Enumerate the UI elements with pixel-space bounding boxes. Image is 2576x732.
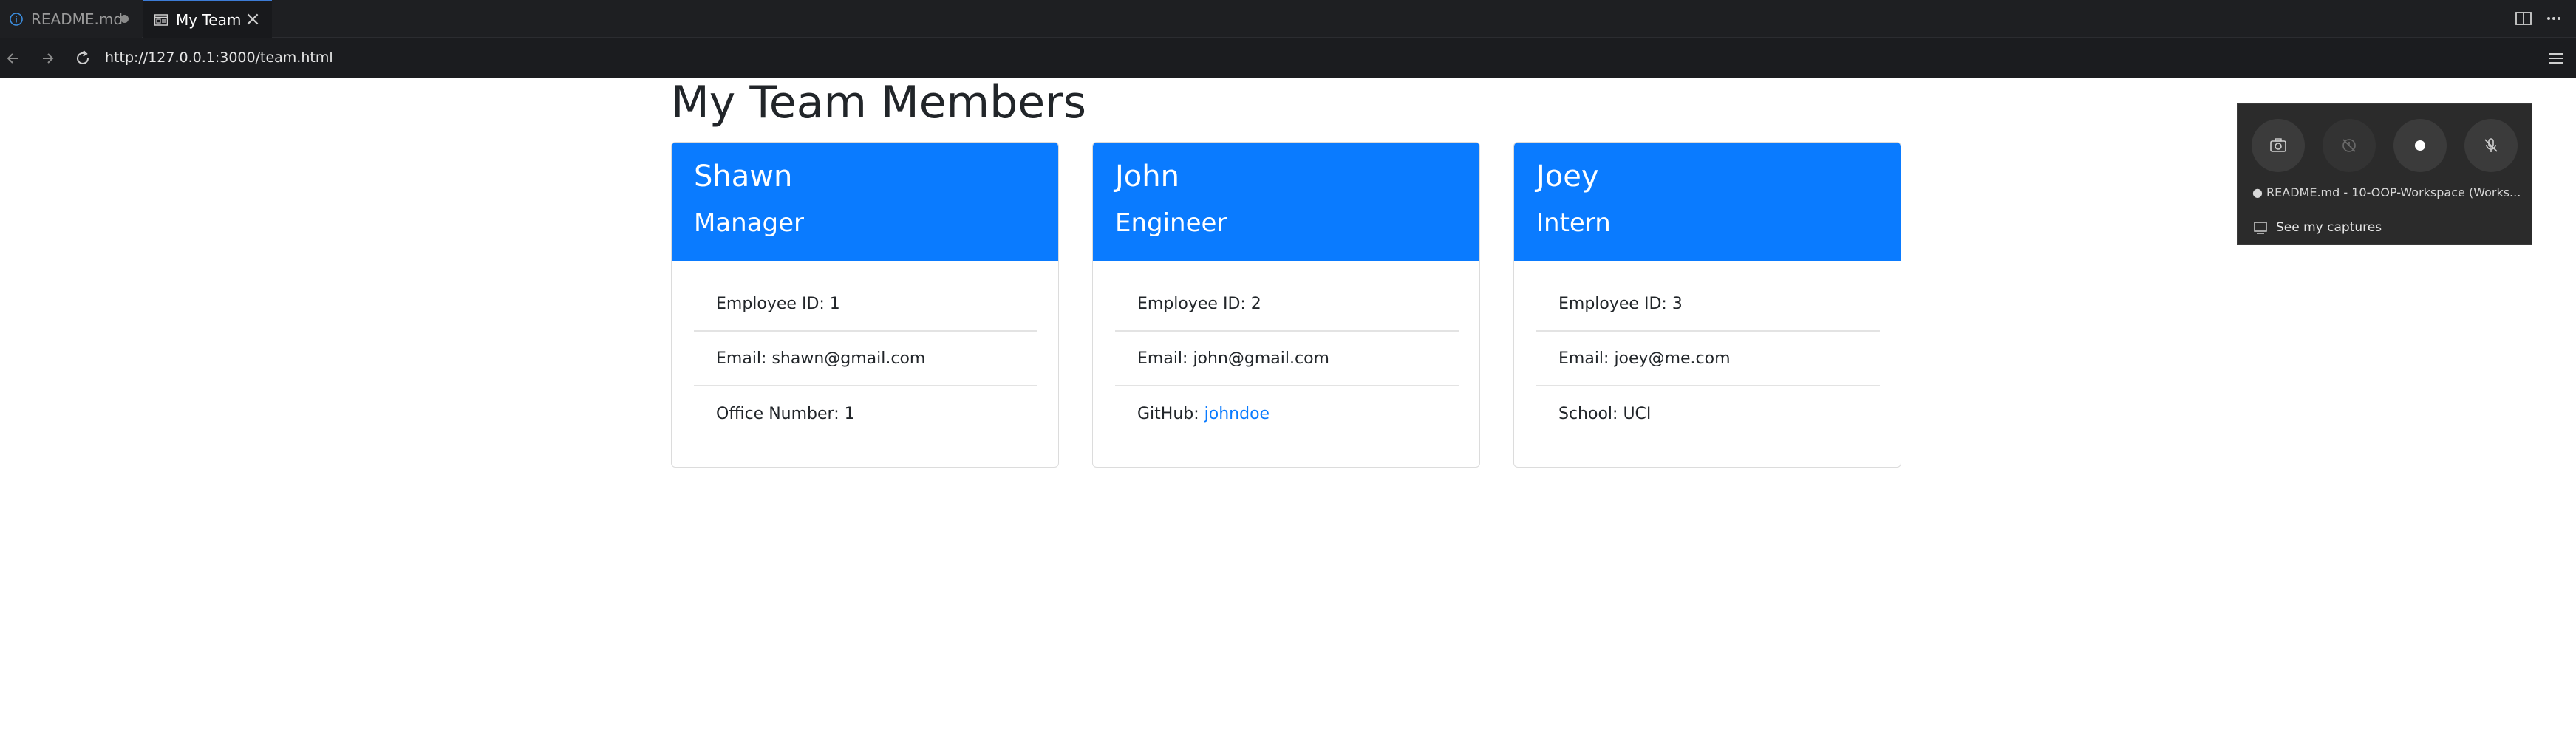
office-number: Office Number: 1 (716, 404, 855, 423)
editor-tab-bar: README.md My Team × (0, 0, 2576, 38)
employee-id: Employee ID: 3 (1558, 294, 1683, 313)
member-details-list: Employee ID: 3 Email: joey@me.com School… (1536, 277, 1880, 441)
record-last-button[interactable] (2323, 119, 2376, 172)
gallery-icon (2252, 219, 2269, 236)
browser-address-bar (0, 38, 2576, 78)
member-details-list: Employee ID: 2 Email: john@gmail.com Git… (1115, 277, 1459, 441)
list-item: Email: shawn@gmail.com (694, 332, 1037, 386)
member-name: Shawn (694, 160, 793, 194)
member-details-list: Employee ID: 1 Email: shawn@gmail.com Of… (694, 277, 1037, 441)
list-item: Email: joey@me.com (1536, 332, 1880, 386)
employee-id: Employee ID: 1 (716, 294, 840, 313)
back-arrow-icon[interactable] (1, 47, 25, 70)
capture-target-status: ● README.md - 10-OOP-Workspace (Works... (2252, 185, 2521, 199)
list-item: Employee ID: 2 (1115, 277, 1459, 332)
github-link[interactable]: johndoe (1204, 405, 1270, 423)
see-captures-label: See my captures (2276, 220, 2382, 235)
tab-my-team-label: My Team (176, 10, 242, 29)
start-recording-button[interactable] (2393, 119, 2447, 172)
school: School: UCI (1558, 404, 1652, 423)
url-input[interactable] (98, 42, 2543, 73)
screenshot-button[interactable] (2252, 119, 2305, 172)
capture-widget: ● README.md - 10-OOP-Workspace (Works...… (2237, 103, 2532, 245)
list-item: Employee ID: 1 (694, 277, 1037, 332)
list-item: School: UCI (1536, 386, 1880, 441)
page-title: My Team Members (671, 77, 1087, 129)
history-disabled-icon (2342, 139, 2356, 152)
team-member-card-intern: Joey Intern Employee ID: 3 Email: joey@m… (1513, 142, 1901, 468)
forward-arrow-icon[interactable] (35, 47, 59, 70)
tab-readme[interactable]: README.md (0, 0, 142, 38)
menu-icon[interactable] (2545, 47, 2567, 69)
unsaved-dot-icon (120, 15, 129, 23)
team-member-card-engineer: John Engineer Employee ID: 2 Email: john… (1092, 142, 1480, 468)
microphone-off-icon (2484, 138, 2498, 152)
list-item: GitHub: johndoe (1115, 386, 1459, 441)
member-name: Joey (1536, 160, 1599, 194)
more-actions-icon[interactable] (2543, 7, 2565, 30)
close-icon[interactable]: × (244, 10, 262, 29)
github-label: GitHub: (1137, 404, 1204, 423)
card-header: Shawn Manager (672, 143, 1058, 261)
microphone-toggle-button[interactable] (2464, 119, 2518, 172)
member-role: Intern (1536, 208, 1611, 238)
preview-icon (154, 13, 168, 27)
list-item: Email: john@gmail.com (1115, 332, 1459, 386)
split-editor-icon[interactable] (2512, 7, 2535, 30)
tab-readme-label: README.md (31, 10, 123, 28)
reload-icon[interactable] (71, 47, 95, 70)
member-email: Email: joey@me.com (1558, 349, 1731, 368)
card-header: John Engineer (1093, 143, 1479, 261)
card-header: Joey Intern (1514, 143, 1901, 261)
see-captures-link[interactable]: See my captures (2252, 219, 2382, 236)
camera-icon (2270, 138, 2286, 152)
team-member-card-manager: Shawn Manager Employee ID: 1 Email: shaw… (671, 142, 1059, 468)
member-role: Manager (694, 208, 805, 238)
tab-my-team[interactable]: My Team × (143, 0, 272, 38)
info-icon (9, 12, 24, 27)
record-icon (2415, 140, 2425, 151)
employee-id: Employee ID: 2 (1137, 294, 1261, 313)
member-email: Email: john@gmail.com (1137, 349, 1329, 368)
member-email: Email: shawn@gmail.com (716, 349, 926, 368)
list-item: Employee ID: 3 (1536, 277, 1880, 332)
member-name: John (1115, 160, 1179, 194)
list-item: Office Number: 1 (694, 386, 1037, 441)
member-role: Engineer (1115, 208, 1227, 238)
